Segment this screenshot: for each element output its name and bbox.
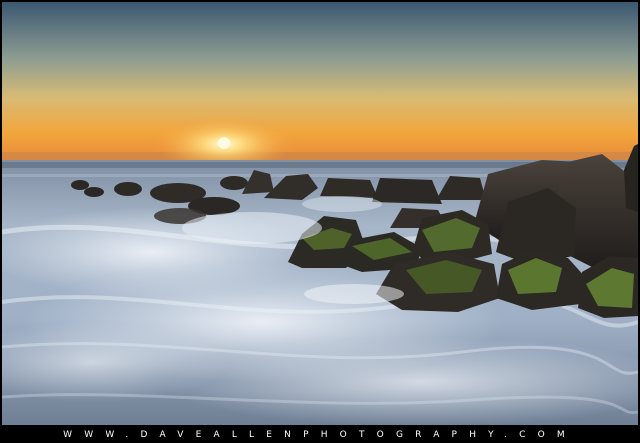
photographer-watermark: WWW.DAVEALLENPHOTOGRAPHY.COM	[63, 429, 577, 440]
seascape-photo	[2, 2, 638, 425]
photo-frame	[0, 0, 640, 443]
photo-illustration	[2, 2, 638, 425]
